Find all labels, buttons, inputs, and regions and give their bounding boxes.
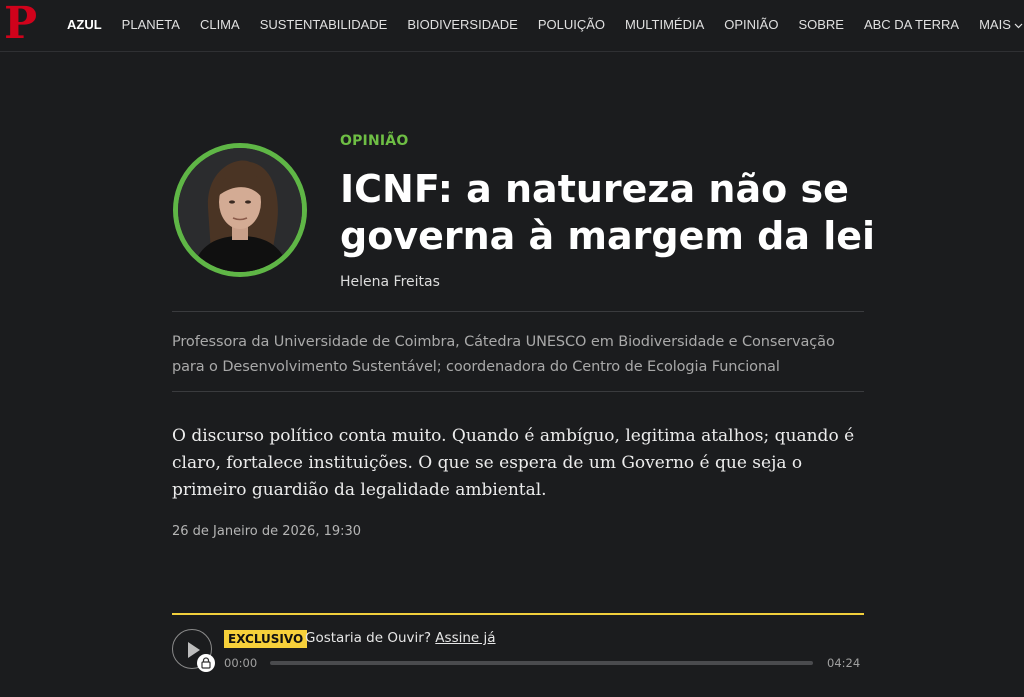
article-title: ICNF: a natureza não se governa à margem… <box>340 167 876 258</box>
nav-item-opiniao[interactable]: OPINIÃO <box>714 17 788 32</box>
top-navigation: P AZUL PLANETA CLIMA SUSTENTABILIDADE BI… <box>0 0 1024 52</box>
nav-item-multimedia[interactable]: MULTIMÉDIA <box>615 17 714 32</box>
publico-logo[interactable]: P <box>4 2 37 46</box>
nav-item-poluicao[interactable]: POLUIÇÃO <box>528 17 615 32</box>
author-name[interactable]: Helena Freitas <box>340 274 440 290</box>
subscribe-prompt: Gostaria de Ouvir? Assine já <box>305 630 496 646</box>
divider <box>172 391 864 392</box>
publish-date: 26 de Janeiro de 2026, 19:30 <box>172 524 362 539</box>
subscribe-link[interactable]: Assine já <box>435 630 495 646</box>
nav-item-sobre[interactable]: SOBRE <box>788 17 854 32</box>
section-kicker[interactable]: OPINIÃO <box>340 133 408 149</box>
nav-item-biodiversidade[interactable]: BIODIVERSIDADE <box>397 17 528 32</box>
nav-item-planeta[interactable]: PLANETA <box>112 17 190 32</box>
author-portrait-image <box>178 148 302 272</box>
total-time: 04:24 <box>827 656 861 670</box>
nav-menu: AZUL PLANETA CLIMA SUSTENTABILIDADE BIOD… <box>57 17 1024 32</box>
divider <box>172 311 864 312</box>
exclusive-badge: EXCLUSIVO <box>224 630 308 648</box>
listen-prompt-text: Gostaria de Ouvir? <box>305 630 431 646</box>
author-avatar <box>173 143 307 277</box>
author-bio: Professora da Universidade de Coimbra, C… <box>172 334 835 375</box>
chevron-down-icon <box>1014 21 1023 32</box>
nav-item-clima[interactable]: CLIMA <box>190 17 250 32</box>
nav-item-sustentabilidade[interactable]: SUSTENTABILIDADE <box>250 17 398 32</box>
article-lead: O discurso político conta muito. Quando … <box>172 426 855 500</box>
audio-progress-track[interactable] <box>270 661 813 665</box>
nav-item-azul[interactable]: AZUL <box>57 17 112 32</box>
nav-item-abc-da-terra[interactable]: ABC DA TERRA <box>854 17 969 32</box>
current-time: 00:00 <box>224 656 258 670</box>
nav-item-mais[interactable]: MAIS <box>969 17 1024 32</box>
audio-player-rule <box>172 613 864 615</box>
lock-icon <box>197 654 215 672</box>
nav-item-mais-label: MAIS <box>979 17 1011 32</box>
